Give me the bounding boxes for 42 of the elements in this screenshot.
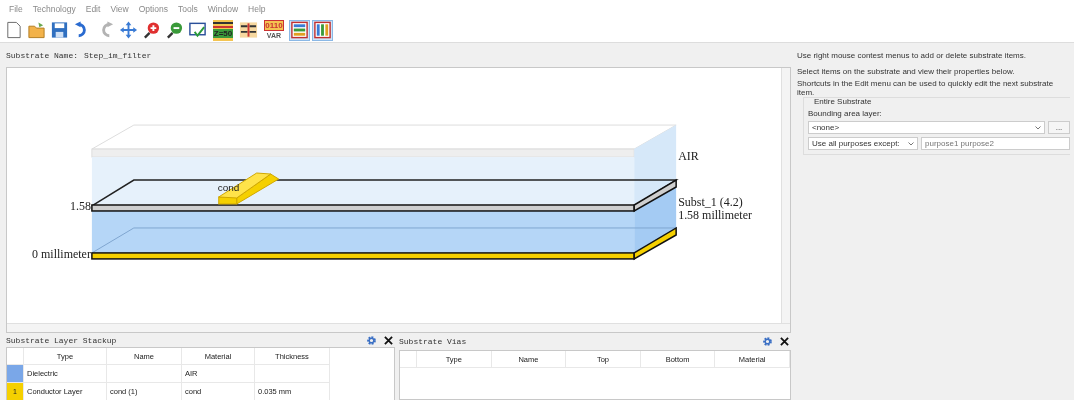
- vertical-scrollbar[interactable]: [781, 68, 790, 323]
- field-label: Bounding area layer:: [808, 109, 883, 118]
- close-icon[interactable]: [777, 334, 791, 349]
- layer-label: Subst_1 (4.2): [678, 195, 743, 209]
- panel-title: Substrate Layer Stackup: [6, 335, 118, 345]
- settings-icon[interactable]: [760, 334, 774, 349]
- close-icon[interactable]: [381, 333, 395, 347]
- vertical-layers-icon[interactable]: [312, 19, 333, 41]
- purposes-dropdown[interactable]: Use all purposes except:: [808, 137, 918, 150]
- layer-label: 0 millimeter: [32, 246, 91, 261]
- substrate-name: Step_im_filter: [84, 50, 152, 60]
- menu-item[interactable]: Help: [243, 4, 271, 14]
- layer-label: AIR: [678, 149, 699, 164]
- layer-label: 1.58: [69, 199, 91, 213]
- menu-item[interactable]: File: [4, 4, 28, 14]
- chevron-icon: [908, 141, 914, 146]
- browse-button[interactable]: ...: [1048, 121, 1070, 134]
- panel-title: Substrate Vias: [399, 337, 468, 346]
- field-label: Substrate Name:: [6, 50, 78, 60]
- folder-icon[interactable]: [26, 19, 47, 41]
- menu-item[interactable]: Tools: [172, 4, 203, 14]
- settings-icon[interactable]: [364, 333, 378, 347]
- layer-columns-icon[interactable]: [238, 19, 259, 41]
- menu-item[interactable]: Options: [133, 4, 173, 14]
- chevron-icon: [1035, 125, 1041, 130]
- menu-item[interactable]: Technology: [27, 4, 81, 14]
- hint-text: Use right mouse contest menus to add or delete substrate items.: [797, 50, 1026, 60]
- layer-dropdown[interactable]: <none>: [808, 121, 1045, 134]
- menu-item[interactable]: View: [105, 4, 134, 14]
- move-arrows-icon[interactable]: [118, 19, 139, 41]
- hint-text: Shortcuts in the Edit menu can be used to quickly edit the next substrate item.: [797, 79, 1055, 97]
- menu-item[interactable]: Edit: [80, 4, 106, 14]
- menu-item[interactable]: Window: [202, 4, 244, 14]
- zoom-out-icon[interactable]: [164, 19, 185, 41]
- group-title: Entire Substrate: [814, 97, 873, 106]
- hint-text: Select items on the substrate and view their properties below.: [797, 66, 1015, 76]
- horizontal-scrollbar[interactable]: [7, 323, 790, 332]
- zoom-in-icon[interactable]: [141, 19, 162, 41]
- purposes-field[interactable]: purpose1 purpose2: [921, 137, 1070, 150]
- save-icon[interactable]: [49, 19, 70, 41]
- horizontal-layers-icon[interactable]: [289, 19, 310, 41]
- impedance-icon[interactable]: Z=50: [210, 19, 236, 41]
